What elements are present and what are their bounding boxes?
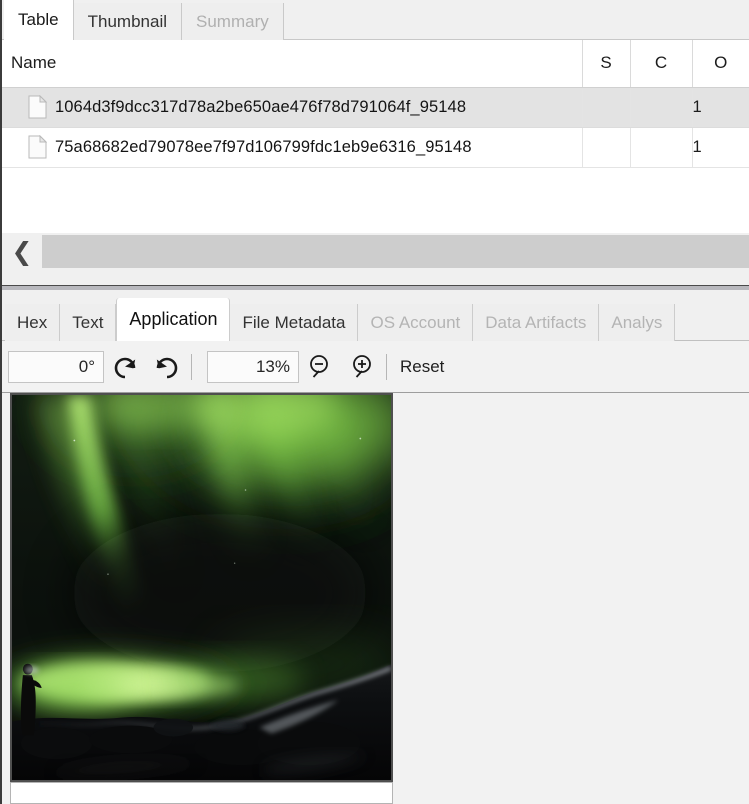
reset-button-label: Reset xyxy=(400,356,445,376)
tab-file-metadata-label: File Metadata xyxy=(242,313,346,332)
tab-table[interactable]: Table xyxy=(4,0,74,40)
tab-analysis-results-label: Analys xyxy=(611,313,663,332)
zoom-out-icon xyxy=(310,354,328,378)
table-empty-area xyxy=(2,208,749,233)
tab-application[interactable]: Application xyxy=(116,298,231,341)
cell-s[interactable] xyxy=(582,87,631,128)
file-icon xyxy=(28,135,47,159)
column-header-c[interactable]: C xyxy=(630,40,693,88)
file-name-label: 1064d3f9dcc317d78a2be650ae476f78d791064f… xyxy=(55,97,467,116)
rotate-clockwise-icon xyxy=(156,357,178,378)
table-header-row: Name S C O xyxy=(2,40,749,88)
application-window: Table Thumbnail Summary Name S C O 1064d… xyxy=(0,0,749,804)
content-viewer-tabstrip: Hex Text Application File Metadata OS Ac… xyxy=(2,290,749,341)
toolbar-separator xyxy=(191,353,192,380)
tab-text[interactable]: Text xyxy=(60,304,117,341)
zoom-input[interactable]: 13% xyxy=(207,350,299,383)
cell-o[interactable]: 1 xyxy=(692,127,749,168)
scrollbar-track[interactable]: ❮ xyxy=(2,233,749,269)
column-header-o[interactable]: O xyxy=(692,40,749,88)
results-table-area: Name S C O 1064d3f9dcc317d78a2be650ae476… xyxy=(2,40,749,233)
table-row[interactable]: 75a68682ed79078ee7f97d106799fdc1eb9e6316… xyxy=(2,127,749,168)
rotate-left-button[interactable] xyxy=(108,349,144,385)
column-header-name-label: Name xyxy=(11,53,57,73)
toolbar-separator xyxy=(386,353,387,380)
tab-data-artifacts: Data Artifacts xyxy=(473,304,600,341)
aurora-borealis-photo xyxy=(12,395,391,780)
zoom-value: 13% xyxy=(255,356,290,376)
tab-analysis-results: Analys xyxy=(599,304,676,341)
tab-os-account: OS Account xyxy=(358,304,474,341)
tab-application-label: Application xyxy=(129,309,218,329)
cell-name[interactable]: 75a68682ed79078ee7f97d106799fdc1eb9e6316… xyxy=(2,127,583,168)
zoom-out-button[interactable] xyxy=(303,349,339,385)
column-header-s[interactable]: S xyxy=(582,40,631,88)
results-table: Name S C O 1064d3f9dcc317d78a2be650ae476… xyxy=(2,40,749,168)
tab-table-label: Table xyxy=(18,10,59,29)
scroll-left-button[interactable]: ❮ xyxy=(2,233,42,269)
zoom-in-button[interactable] xyxy=(343,349,379,385)
rotate-right-button[interactable] xyxy=(148,349,184,385)
rotation-value: 0° xyxy=(78,356,95,376)
column-header-name[interactable]: Name xyxy=(2,40,583,88)
file-name-label: 75a68682ed79078ee7f97d106799fdc1eb9e6316… xyxy=(55,137,472,156)
tab-hex[interactable]: Hex xyxy=(5,304,61,341)
cell-o-value: 1 xyxy=(692,137,702,156)
tab-thumbnail[interactable]: Thumbnail xyxy=(73,3,183,40)
column-header-o-label: O xyxy=(714,53,728,73)
content-viewer-tabs: Hex Text Application File Metadata OS Ac… xyxy=(5,298,676,341)
image-viewer-panel xyxy=(2,393,749,804)
file-icon xyxy=(28,95,47,119)
cell-o[interactable]: 1 xyxy=(692,87,749,128)
tab-thumbnail-label: Thumbnail xyxy=(87,12,168,31)
cell-name[interactable]: 1064d3f9dcc317d78a2be650ae476f78d791064f… xyxy=(2,87,583,128)
tab-hex-label: Hex xyxy=(17,313,48,332)
scrollbar-thumb[interactable] xyxy=(42,234,749,268)
cell-o-value: 1 xyxy=(692,97,702,116)
reset-button[interactable]: Reset xyxy=(394,357,450,377)
column-header-s-label: S xyxy=(600,53,612,73)
tab-summary-label: Summary xyxy=(196,12,269,31)
image-viewer-toolbar: 0° 13% Reset xyxy=(2,341,749,393)
table-horizontal-scrollbar[interactable]: ❮ xyxy=(2,233,749,285)
rotation-input[interactable]: 0° xyxy=(8,350,104,383)
cell-c[interactable] xyxy=(630,127,693,168)
result-view-tabstrip: Table Thumbnail Summary xyxy=(2,0,749,40)
chevron-left-icon: ❮ xyxy=(11,236,33,266)
tab-summary: Summary xyxy=(182,3,284,40)
result-view-tabs: Table Thumbnail Summary xyxy=(4,0,284,40)
tab-file-metadata[interactable]: File Metadata xyxy=(230,304,359,341)
image-viewer-bottom-strip xyxy=(10,782,393,804)
cell-s[interactable] xyxy=(582,127,631,168)
zoom-in-icon xyxy=(353,354,371,378)
cell-c[interactable] xyxy=(630,87,693,128)
table-row[interactable]: 1064d3f9dcc317d78a2be650ae476f78d791064f… xyxy=(2,87,749,128)
image-frame[interactable] xyxy=(10,393,393,782)
rotate-counterclockwise-icon xyxy=(114,357,136,378)
tab-text-label: Text xyxy=(72,313,104,332)
column-header-c-label: C xyxy=(654,53,668,73)
tab-os-account-label: OS Account xyxy=(370,313,461,332)
tab-data-artifacts-label: Data Artifacts xyxy=(485,313,587,332)
